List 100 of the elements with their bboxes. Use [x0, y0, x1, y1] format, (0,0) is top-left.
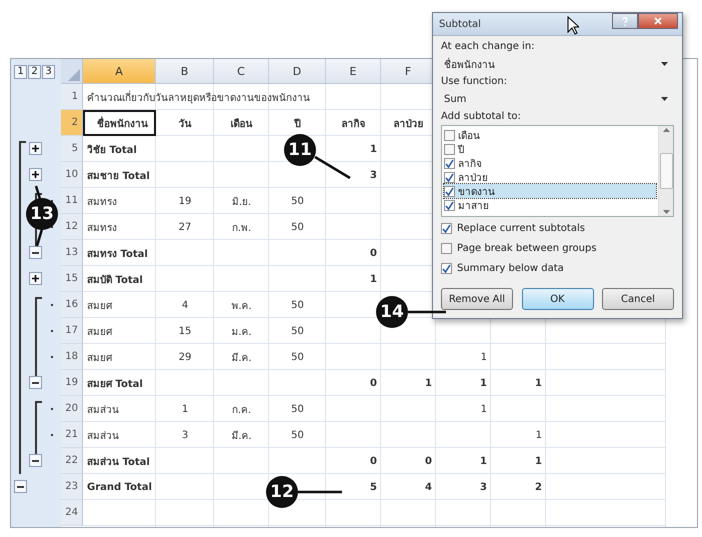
table-cell-text: 5: [369, 480, 378, 494]
expand-button[interactable]: [29, 168, 42, 181]
dialog-button[interactable]: Remove All: [441, 288, 513, 310]
checkbox[interactable]: [444, 186, 455, 196]
close-button[interactable]: [638, 13, 678, 29]
table-cell-text: มี.ค.: [230, 352, 253, 366]
row-number[interactable]: 12: [61, 214, 83, 240]
minus-icon: [17, 486, 24, 488]
table-cell-text: 0: [369, 246, 378, 260]
leader-line: [408, 310, 446, 314]
table-cell-text: 1: [534, 454, 543, 468]
checkbox[interactable]: [444, 172, 455, 182]
outline-level-button[interactable]: 1: [14, 64, 27, 78]
collapse-button[interactable]: [29, 246, 42, 259]
row-number[interactable]: 1: [61, 84, 83, 110]
row-number[interactable]: 5: [61, 136, 83, 162]
row-number[interactable]: 18: [61, 344, 83, 370]
row-number[interactable]: 20: [61, 396, 83, 422]
checkbox[interactable]: [441, 263, 452, 274]
table-cell-text: สมยศ: [86, 326, 114, 340]
row-number[interactable]: 17: [61, 318, 83, 344]
caret-icon: [661, 62, 668, 66]
field-label: At each change in:: [441, 41, 536, 52]
table-cell-text: สมชาย Total: [86, 170, 151, 184]
list-item[interactable]: ขาดงาน: [444, 184, 656, 198]
table-cell-text: พ.ค.: [230, 300, 253, 314]
row-number[interactable]: 23: [61, 474, 83, 500]
scrollbar-thumb[interactable]: [660, 153, 672, 189]
checkbox[interactable]: [444, 130, 455, 140]
checkbox[interactable]: [444, 200, 455, 210]
close-icon: [654, 17, 662, 25]
table-cell-text: ลาป่วย: [392, 118, 424, 132]
expand-button[interactable]: [29, 272, 42, 285]
checkbox[interactable]: [444, 144, 455, 154]
row-number[interactable]: 11: [61, 188, 83, 214]
collapse-button[interactable]: [29, 376, 42, 389]
plus-icon: [32, 171, 39, 178]
table-cell-text: 1: [480, 402, 488, 416]
table-cell-text: 50: [290, 220, 305, 234]
list-item[interactable]: เดือน: [444, 128, 656, 142]
scroll-up-icon[interactable]: [662, 128, 670, 132]
collapse-button[interactable]: [14, 480, 27, 493]
table-cell-text: วิชัย Total: [86, 144, 138, 158]
table-cell-text: 1: [534, 376, 543, 390]
plus-icon: [32, 275, 39, 282]
table-cell-text: 29: [178, 350, 192, 364]
row-number[interactable]: 24: [61, 500, 83, 526]
list-item[interactable]: ลาป่วย: [444, 170, 656, 184]
table-cell-text: สมส่วน: [86, 430, 120, 444]
checkbox[interactable]: [441, 223, 452, 234]
table-cell-text: 3: [369, 168, 378, 182]
table-cell-text: 1: [424, 376, 433, 390]
checkbox[interactable]: [441, 243, 452, 254]
checkbox[interactable]: [444, 158, 455, 168]
scroll-down-icon[interactable]: [662, 210, 670, 214]
cursor-icon: [567, 16, 579, 35]
table-cell-text: 1: [479, 454, 488, 468]
column-header[interactable]: E: [326, 59, 381, 83]
column-header[interactable]: A: [83, 59, 156, 83]
scrollbar[interactable]: [658, 126, 673, 216]
dialog-button[interactable]: Cancel: [602, 288, 674, 310]
column-header[interactable]: D: [269, 59, 326, 83]
dialog-button[interactable]: OK: [522, 288, 594, 310]
row-number[interactable]: 10: [61, 162, 83, 188]
table-cell-text: 0: [424, 454, 433, 468]
table-cell-text: 4: [424, 480, 433, 494]
list-item-label: ลากิจ: [458, 158, 482, 170]
table-cell-text: เดือน: [230, 117, 254, 132]
checkbox-label: Replace current subtotals: [457, 223, 585, 234]
row-number[interactable]: 19: [61, 370, 83, 396]
collapse-button[interactable]: [29, 454, 42, 467]
outline-level-button[interactable]: 3: [42, 64, 55, 78]
leader-line: [34, 186, 42, 200]
row-number[interactable]: 15: [61, 266, 83, 292]
dialog-title: Subtotal: [439, 18, 481, 30]
column-header[interactable]: C: [214, 59, 269, 83]
table-cell-text: ก.ค.: [230, 404, 252, 418]
row-number[interactable]: 16: [61, 292, 83, 318]
list-item[interactable]: มาสาย: [444, 198, 656, 212]
row-number[interactable]: 21: [61, 422, 83, 448]
column-header[interactable]: B: [156, 59, 214, 83]
list-item[interactable]: ลากิจ: [444, 156, 656, 170]
minus-icon: [32, 252, 39, 254]
row-number[interactable]: 22: [61, 448, 83, 474]
expand-button[interactable]: [29, 142, 42, 155]
table-cell-text: 0: [369, 454, 378, 468]
help-button[interactable]: [612, 13, 638, 29]
table-cell-text: ม.ค.: [230, 326, 253, 340]
table-cell-text: 50: [290, 298, 305, 312]
row-number[interactable]: 2: [61, 110, 83, 136]
field-label: Use function:: [441, 76, 508, 87]
table-cell-text: ลากิจ: [340, 118, 366, 132]
table-cell-text: 3: [479, 480, 488, 494]
caret-icon: [661, 97, 668, 101]
outline-level-button[interactable]: 2: [28, 64, 41, 78]
table-cell-text: คำนวณเกี่ยวกับวันลาหยุดหรือขาดงานของพนักงาน: [86, 90, 311, 106]
table-cell-text: 19: [178, 194, 192, 208]
list-item[interactable]: ปี: [444, 142, 656, 156]
row-number[interactable]: 13: [61, 240, 83, 266]
list-item-label: มาสาย: [458, 200, 489, 212]
